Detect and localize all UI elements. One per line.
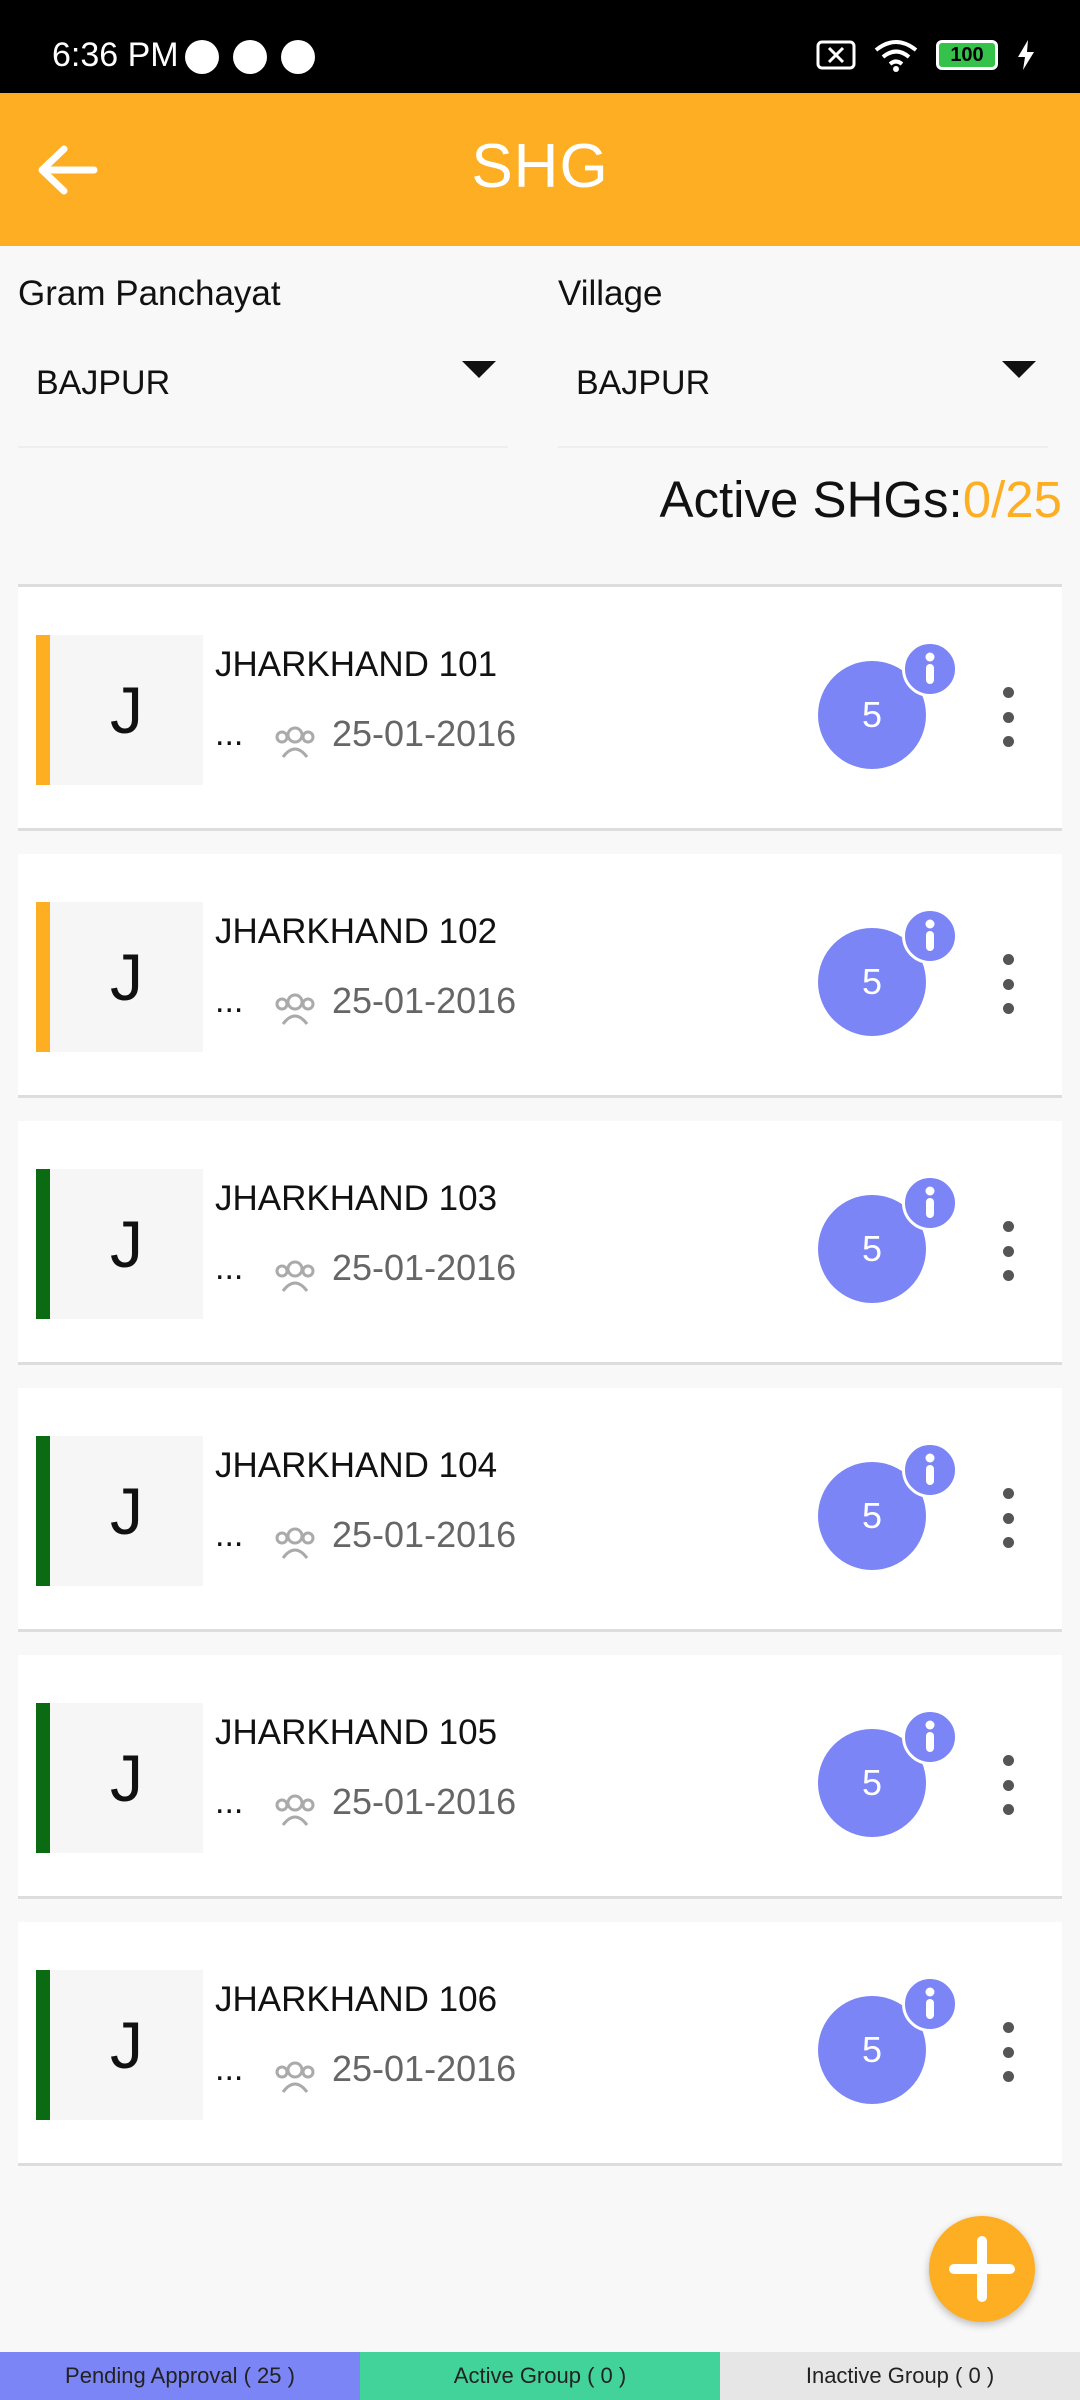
- village-value: BAJPUR: [576, 364, 711, 402]
- dropdown-underline: [558, 446, 1048, 448]
- group-name: JHARKHAND 101: [215, 645, 498, 684]
- group-ellipsis: ...: [215, 1516, 244, 1554]
- group-avatar: J: [50, 1970, 203, 2120]
- more-options-icon[interactable]: [998, 1755, 1018, 1815]
- formation-date: 25-01-2016: [332, 980, 517, 1021]
- formation-date: 25-01-2016: [332, 1514, 517, 1555]
- shg-card[interactable]: J JHARKHAND 101... 25-01-2016 5: [18, 587, 1062, 831]
- tab-inactive-group[interactable]: Inactive Group ( 0 ): [720, 2352, 1080, 2400]
- group-name: JHARKHAND 106: [215, 1980, 498, 2019]
- shg-card[interactable]: J JHARKHAND 105... 25-01-2016 5: [18, 1655, 1062, 1899]
- info-icon[interactable]: [902, 1175, 958, 1231]
- notification-icon: [185, 40, 219, 74]
- shg-card[interactable]: J JHARKHAND 103... 25-01-2016 5: [18, 1121, 1062, 1365]
- more-options-icon[interactable]: [998, 687, 1018, 747]
- page-title: SHG: [471, 132, 609, 201]
- status-bar-indicator: [36, 1436, 50, 1586]
- more-options-icon[interactable]: [998, 1488, 1018, 1548]
- gram-panchayat-label: Gram Panchayat: [18, 274, 281, 313]
- notification-icons: [185, 40, 315, 74]
- group-avatar: J: [50, 1436, 203, 1586]
- status-bar: 6:36 PM 100: [0, 0, 1080, 93]
- group-ellipsis: ...: [215, 1249, 244, 1287]
- group-ellipsis: ...: [215, 1783, 244, 1821]
- filters: Gram Panchayat BAJPUR Village BAJPUR: [0, 246, 1080, 448]
- more-options-icon[interactable]: [998, 954, 1018, 1014]
- formation-date: 25-01-2016: [332, 1247, 517, 1288]
- formation-date: 25-01-2016: [332, 2048, 517, 2089]
- info-icon[interactable]: [902, 1442, 958, 1498]
- bottom-tabs: Pending Approval ( 25 ) Active Group ( 0…: [0, 2352, 1080, 2400]
- group-name: JHARKHAND 105: [215, 1713, 498, 1752]
- info-icon[interactable]: [902, 1709, 958, 1765]
- battery-icon: 100: [936, 40, 998, 70]
- info-icon[interactable]: [902, 1976, 958, 2032]
- group-avatar: J: [50, 635, 203, 785]
- group-ellipsis: ...: [215, 982, 244, 1020]
- add-shg-button[interactable]: [929, 2216, 1035, 2322]
- members-icon: [275, 1527, 315, 1559]
- dropdown-underline: [18, 446, 508, 448]
- shg-card[interactable]: J JHARKHAND 102... 25-01-2016 5: [18, 854, 1062, 1098]
- gram-panchayat-value: BAJPUR: [36, 364, 171, 402]
- group-avatar: J: [50, 1169, 203, 1319]
- members-icon: [275, 1794, 315, 1826]
- group-avatar: J: [50, 1703, 203, 1853]
- status-bar-indicator: [36, 635, 50, 785]
- shg-card[interactable]: J JHARKHAND 106... 25-01-2016 5: [18, 1922, 1062, 2166]
- active-shgs-count: Active SHGs:0/25: [659, 470, 1062, 529]
- active-shgs-label: Active SHGs:: [659, 471, 963, 528]
- notification-icon: [281, 40, 315, 74]
- members-icon: [275, 993, 315, 1025]
- formation-date: 25-01-2016: [332, 713, 517, 754]
- app-bar: SHG: [0, 93, 1080, 246]
- status-bar-indicator: [36, 1169, 50, 1319]
- shg-card[interactable]: J JHARKHAND 104... 25-01-2016 5: [18, 1388, 1062, 1632]
- status-time: 6:36 PM: [52, 36, 179, 74]
- village-label: Village: [558, 274, 663, 313]
- plus-icon: [949, 2236, 1015, 2302]
- wifi-icon: [874, 40, 918, 72]
- dropdown-arrow-icon[interactable]: [1002, 361, 1036, 378]
- sim-off-icon: [816, 40, 856, 70]
- active-shgs-value: 0/25: [962, 471, 1062, 528]
- more-options-icon[interactable]: [998, 1221, 1018, 1281]
- members-icon: [275, 726, 315, 758]
- group-name: JHARKHAND 103: [215, 1179, 498, 1218]
- sync-icon: [233, 40, 267, 74]
- members-icon: [275, 2061, 315, 2093]
- info-icon[interactable]: [902, 641, 958, 697]
- dropdown-arrow-icon[interactable]: [462, 361, 496, 378]
- group-name: JHARKHAND 104: [215, 1446, 498, 1485]
- status-bar-indicator: [36, 1970, 50, 2120]
- group-name: JHARKHAND 102: [215, 912, 498, 951]
- status-bar-indicator: [36, 902, 50, 1052]
- info-icon[interactable]: [902, 908, 958, 964]
- tab-active-group[interactable]: Active Group ( 0 ): [360, 2352, 720, 2400]
- charging-icon: [1018, 40, 1034, 70]
- group-avatar: J: [50, 902, 203, 1052]
- status-right-icons: 100: [816, 38, 1036, 72]
- status-bar-indicator: [36, 1703, 50, 1853]
- formation-date: 25-01-2016: [332, 1781, 517, 1822]
- group-ellipsis: ...: [215, 2050, 244, 2088]
- members-icon: [275, 1260, 315, 1292]
- more-options-icon[interactable]: [998, 2022, 1018, 2082]
- tab-pending-approval[interactable]: Pending Approval ( 25 ): [0, 2352, 360, 2400]
- group-ellipsis: ...: [215, 715, 244, 753]
